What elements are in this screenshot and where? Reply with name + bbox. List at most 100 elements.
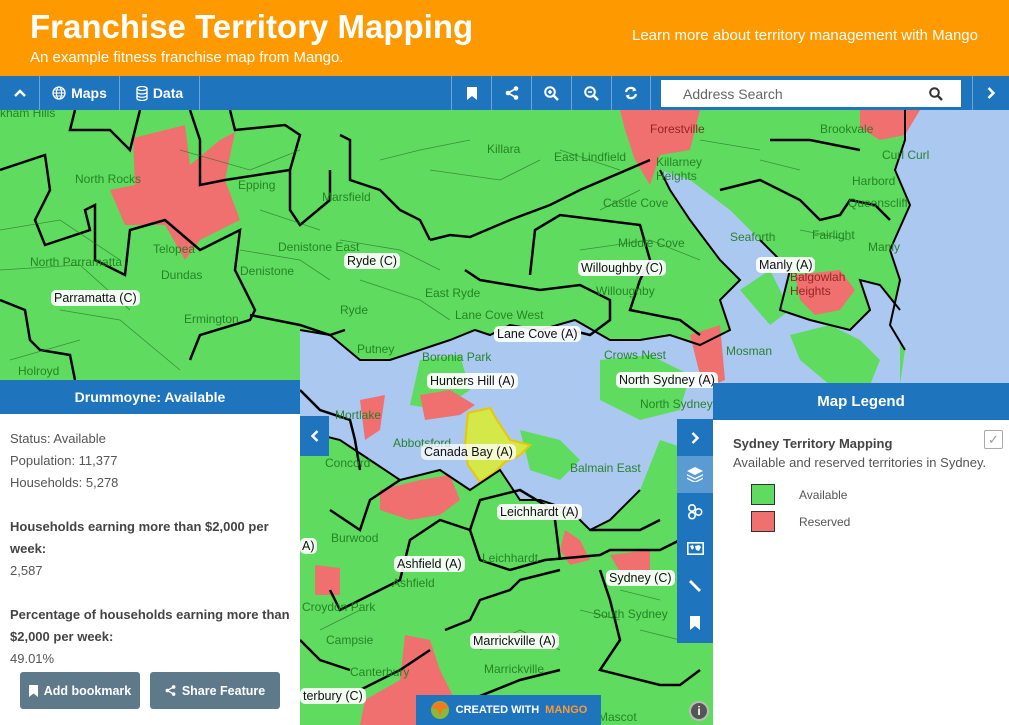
basemap-button[interactable] [677,530,713,567]
legend-item-label: Reserved [799,514,851,529]
maps-label: Maps [71,85,107,101]
expand-right-button[interactable] [972,76,1009,110]
toolbar: Maps Data [0,76,1009,110]
suburb-label: Ermington [184,312,239,326]
suburb-label: Killara [487,142,521,156]
feature-info-panel: Drummoyne: Available Status: Available P… [0,380,300,725]
chevron-right-icon [987,87,995,99]
suburb-label: Queenscliff [848,196,908,210]
lga-label-partial: A) [300,538,317,554]
suburb-label: Telopea [153,242,196,256]
legend-swatch-available [751,484,775,505]
side-tool-strip [677,419,713,643]
maps-button[interactable]: Maps [40,76,120,110]
suburb-label: Denistone East [278,240,360,254]
legend-item-available: Available [751,484,989,505]
suburb-label: East Ryde [425,286,481,300]
layer-visibility-checkbox[interactable]: ✓ [984,430,1003,449]
suburb-label: Campsie [326,633,374,647]
suburb-label: Ashfield [392,576,435,590]
lga-label-sydney: Sydney (C) [606,570,675,586]
learn-more-link[interactable]: Learn more about territory management wi… [632,27,978,44]
lga-label-ryde: Ryde (C) [344,253,401,269]
zoom-out-button[interactable] [571,76,611,110]
chevron-left-icon [310,430,318,442]
data-label: Data [152,85,184,101]
lga-label-willoughby: Willoughby (C) [578,260,666,276]
suburb-label: Forestville [650,122,705,136]
collapse-info-panel-button[interactable] [300,416,329,456]
lga-label-north-sydney: North Sydney (A) [616,372,718,388]
zoom-in-icon [544,85,559,101]
suburb-label: Burwood [331,531,379,545]
address-search-input[interactable] [661,81,921,106]
collapse-header-button[interactable] [0,76,40,110]
suburb-label: Crows Nest [604,348,667,362]
bookmark-button[interactable] [451,76,491,110]
lga-label-canada-bay: Canada Bay (A) [421,444,516,460]
suburb-label: Brookvale [820,122,874,136]
suburb-label: Seaforth [730,230,776,244]
suburb-label: East Lindfield [554,150,627,164]
map-info-button[interactable]: i [689,701,709,721]
suburb-label: North Rocks [75,172,142,186]
clusters-button[interactable] [677,493,713,530]
bookmarks-button[interactable] [677,604,713,641]
add-bookmark-button[interactable]: Add bookmark [20,672,140,709]
earning-value: 2,587 [10,563,43,578]
created-with-mango-badge[interactable]: CREATED WITH MANGO [416,695,601,725]
map-icon [686,542,704,555]
lga-label-leichhardt: Leichhardt (A) [497,504,582,520]
suburb-label: Killarney Heights [656,155,703,183]
lga-label-marrickville: Marrickville (A) [470,633,559,649]
suburb-label: Curl Curl [882,148,930,162]
lga-label-lane-cove: Lane Cove (A) [494,326,581,342]
refresh-button[interactable] [611,76,651,110]
mango-brand-text: MANGO [545,704,588,716]
status-text: Status: Available [10,431,106,446]
suburb-label: Marrickville [484,662,544,676]
zoom-in-button[interactable] [531,76,571,110]
data-button[interactable]: Data [120,76,200,110]
lga-label-hunters-hill: Hunters Hill (A) [427,373,518,389]
share-icon [165,685,176,696]
suburb-label: Harbord [852,174,896,188]
share-button[interactable] [491,76,531,110]
suburb-label: North Sydney [640,397,713,411]
created-with-text: CREATED WITH [455,704,540,716]
bookmark-icon [28,684,38,697]
legend-item-label: Available [799,487,848,502]
add-bookmark-label: Add bookmark [43,683,132,698]
suburb-label: Croydon Park [302,600,376,614]
bookmark-icon [466,86,477,100]
database-icon [136,85,148,101]
ruler-icon [689,579,701,592]
search-icon[interactable] [929,86,943,101]
suburb-label: Mosman [726,344,773,358]
share-feature-label: Share Feature [181,683,266,698]
app-header: Franchise Territory Mapping An example f… [0,0,1009,76]
suburb-label: Castle Cove [603,196,669,210]
lga-label-parramatta: Parramatta (C) [51,290,140,306]
households-text: Households: 5,278 [10,475,119,490]
suburb-label: Marsfield [322,190,371,204]
suburb-label: South Sydney [593,607,668,621]
share-feature-button[interactable]: Share Feature [150,672,280,709]
suburb-label: Ryde [340,303,369,317]
layers-button[interactable] [677,456,713,493]
collapse-legend-button[interactable] [677,419,713,456]
suburb-label: Putney [357,342,395,356]
measure-button[interactable] [677,567,713,604]
chevron-up-icon [13,89,26,97]
share-icon [505,86,518,100]
legend-layer-description: Available and reserved territories in Sy… [733,455,987,470]
suburb-label: Leichhardt [482,551,539,565]
suburb-label: Willoughby [596,284,655,298]
suburb-label: kham Hills [0,110,56,120]
suburb-label: North Parramatta [30,255,123,269]
legend-layer-title: Sydney Territory Mapping [733,436,893,451]
page-title: Franchise Territory Mapping [30,8,474,45]
lga-label-manly: Manly (A) [756,257,816,273]
address-search [661,80,961,107]
suburb-label: Denistone [240,264,295,278]
